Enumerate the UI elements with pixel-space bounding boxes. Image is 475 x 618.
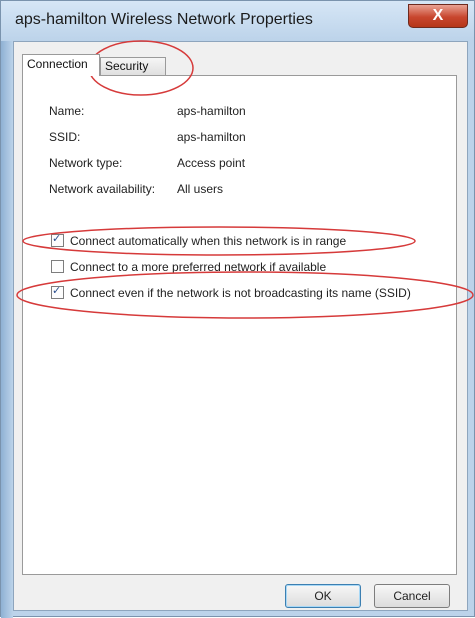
ok-button[interactable]: OK bbox=[285, 584, 361, 608]
window-left-frame bbox=[1, 41, 13, 618]
connection-panel: Name: aps-hamilton SSID: aps-hamilton Netw… bbox=[22, 75, 457, 575]
window-title: aps-hamilton Wireless Network Properties bbox=[15, 11, 313, 28]
connect-preferred-option[interactable]: Connect to a more preferred network if a… bbox=[51, 260, 326, 274]
client-area: Connection Security Name: aps-hamilton SS… bbox=[13, 41, 468, 611]
checkbox-label: Connect automatically when this network … bbox=[70, 234, 347, 248]
checkbox-label: Connect even if the network is not broad… bbox=[70, 286, 411, 300]
checkbox-label: Connect to a more preferred network if a… bbox=[70, 260, 327, 274]
checkmark-icon: ✓ bbox=[52, 285, 62, 297]
property-row-ssid: SSID: aps-hamilton bbox=[49, 130, 246, 144]
property-value: Access point bbox=[177, 156, 246, 170]
property-value: aps-hamilton bbox=[177, 104, 246, 118]
connect-preferred-checkbox[interactable] bbox=[51, 260, 64, 273]
network-properties-dialog: aps-hamilton Wireless Network Properties… bbox=[0, 0, 475, 618]
property-value: All users bbox=[177, 182, 224, 196]
close-icon: X bbox=[432, 7, 444, 24]
connect-automatically-checkbox[interactable]: ✓ bbox=[51, 233, 64, 247]
property-label: Network availability: bbox=[49, 182, 156, 196]
checkmark-icon: ✓ bbox=[52, 233, 62, 245]
property-label: SSID: bbox=[49, 130, 81, 144]
tab-connection[interactable]: Connection bbox=[22, 54, 100, 76]
title-bar[interactable]: aps-hamilton Wireless Network Properties… bbox=[1, 1, 474, 41]
property-row-network-type: Network type: Access point bbox=[49, 156, 245, 170]
property-label: Name: bbox=[49, 104, 85, 118]
cancel-button[interactable]: Cancel bbox=[374, 584, 450, 608]
connect-hidden-ssid-checkbox[interactable]: ✓ bbox=[51, 285, 64, 299]
connect-hidden-ssid-option[interactable]: ✓ Connect even if the network is not broa… bbox=[51, 285, 411, 300]
close-button[interactable]: X bbox=[408, 4, 468, 28]
property-value: aps-hamilton bbox=[177, 130, 246, 144]
connect-automatically-option[interactable]: ✓ Connect automatically when this network… bbox=[51, 233, 347, 248]
tab-security[interactable]: Security bbox=[100, 57, 166, 76]
property-label: Network type: bbox=[49, 156, 123, 170]
property-row-availability: Network availability: All users bbox=[49, 182, 223, 196]
property-row-name: Name: aps-hamilton bbox=[49, 104, 246, 118]
